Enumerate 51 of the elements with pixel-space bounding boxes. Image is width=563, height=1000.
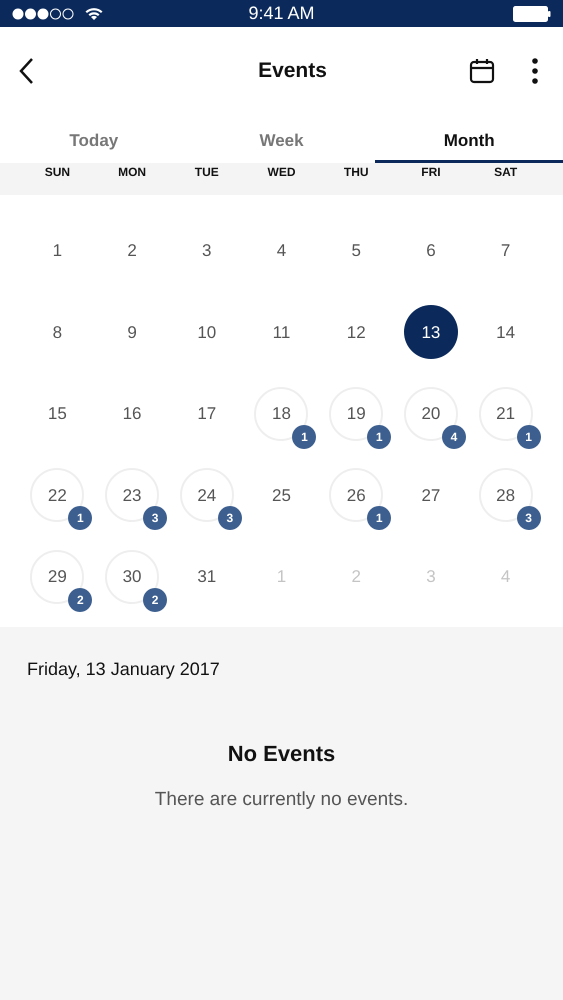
- calendar-day[interactable]: 9: [105, 305, 160, 360]
- event-count-badge: 3: [218, 506, 242, 530]
- calendar-day[interactable]: 12: [329, 305, 384, 360]
- event-count-badge: 4: [442, 424, 466, 449]
- calendar-day[interactable]: 10: [180, 305, 234, 360]
- view-tab[interactable]: Week: [188, 115, 376, 163]
- wifi-icon: [84, 6, 104, 20]
- battery-icon: [513, 6, 552, 22]
- calendar-day[interactable]: 11: [254, 305, 308, 360]
- calendar-day[interactable]: 6: [404, 224, 458, 278]
- event-count-badge: 1: [367, 506, 392, 530]
- calendar-day[interactable]: 7: [478, 224, 533, 278]
- calendar-day[interactable]: 15: [30, 386, 84, 441]
- weekday-label: THU: [344, 165, 369, 181]
- calendar-day[interactable]: 13: [404, 305, 458, 360]
- calendar-day[interactable]: 1: [30, 224, 84, 278]
- more-icon: [532, 58, 538, 84]
- back-icon: [18, 57, 34, 85]
- empty-state-title: No Events: [228, 740, 336, 768]
- calendar-day[interactable]: 31: [180, 550, 234, 604]
- page-title: Events: [258, 58, 327, 84]
- calendar-day[interactable]: 17: [180, 386, 234, 441]
- weekday-label: FRI: [421, 165, 441, 181]
- calendar-day[interactable]: 8: [30, 305, 84, 360]
- weekday-label: MON: [118, 165, 146, 181]
- calendar-day[interactable]: 16: [105, 386, 160, 441]
- event-count-badge: 2: [143, 588, 168, 612]
- weekday-label: SUN: [44, 165, 70, 181]
- event-count-badge: 1: [367, 424, 392, 449]
- event-count-badge: 1: [516, 424, 541, 449]
- calendar-day[interactable]: 14: [478, 305, 533, 360]
- selected-date: Friday, 13 January 2017: [27, 658, 220, 678]
- calendar-icon: [469, 58, 495, 84]
- calendar-day[interactable]: 5: [329, 224, 384, 278]
- calendar-day[interactable]: 4: [254, 224, 308, 278]
- event-count-badge: 3: [143, 506, 168, 530]
- weekday-label: TUE: [194, 165, 219, 181]
- calendar-day[interactable]: 27: [404, 468, 458, 522]
- event-count-badge: 3: [516, 506, 541, 530]
- weekday-label: WED: [268, 165, 296, 181]
- signal-icon: [12, 8, 76, 20]
- calendar-day[interactable]: 2: [105, 224, 160, 278]
- status-time: 9:41 AM: [248, 2, 315, 25]
- event-count-badge: 1: [68, 506, 92, 530]
- view-tab[interactable]: Today: [0, 115, 188, 163]
- event-count-badge: 2: [68, 588, 92, 612]
- empty-state-message: There are currently no events.: [154, 788, 408, 812]
- event-count-badge: 1: [292, 424, 316, 449]
- calendar-day[interactable]: 25: [254, 468, 308, 522]
- weekday-label: SAT: [494, 165, 518, 181]
- calendar-day[interactable]: 3: [180, 224, 234, 278]
